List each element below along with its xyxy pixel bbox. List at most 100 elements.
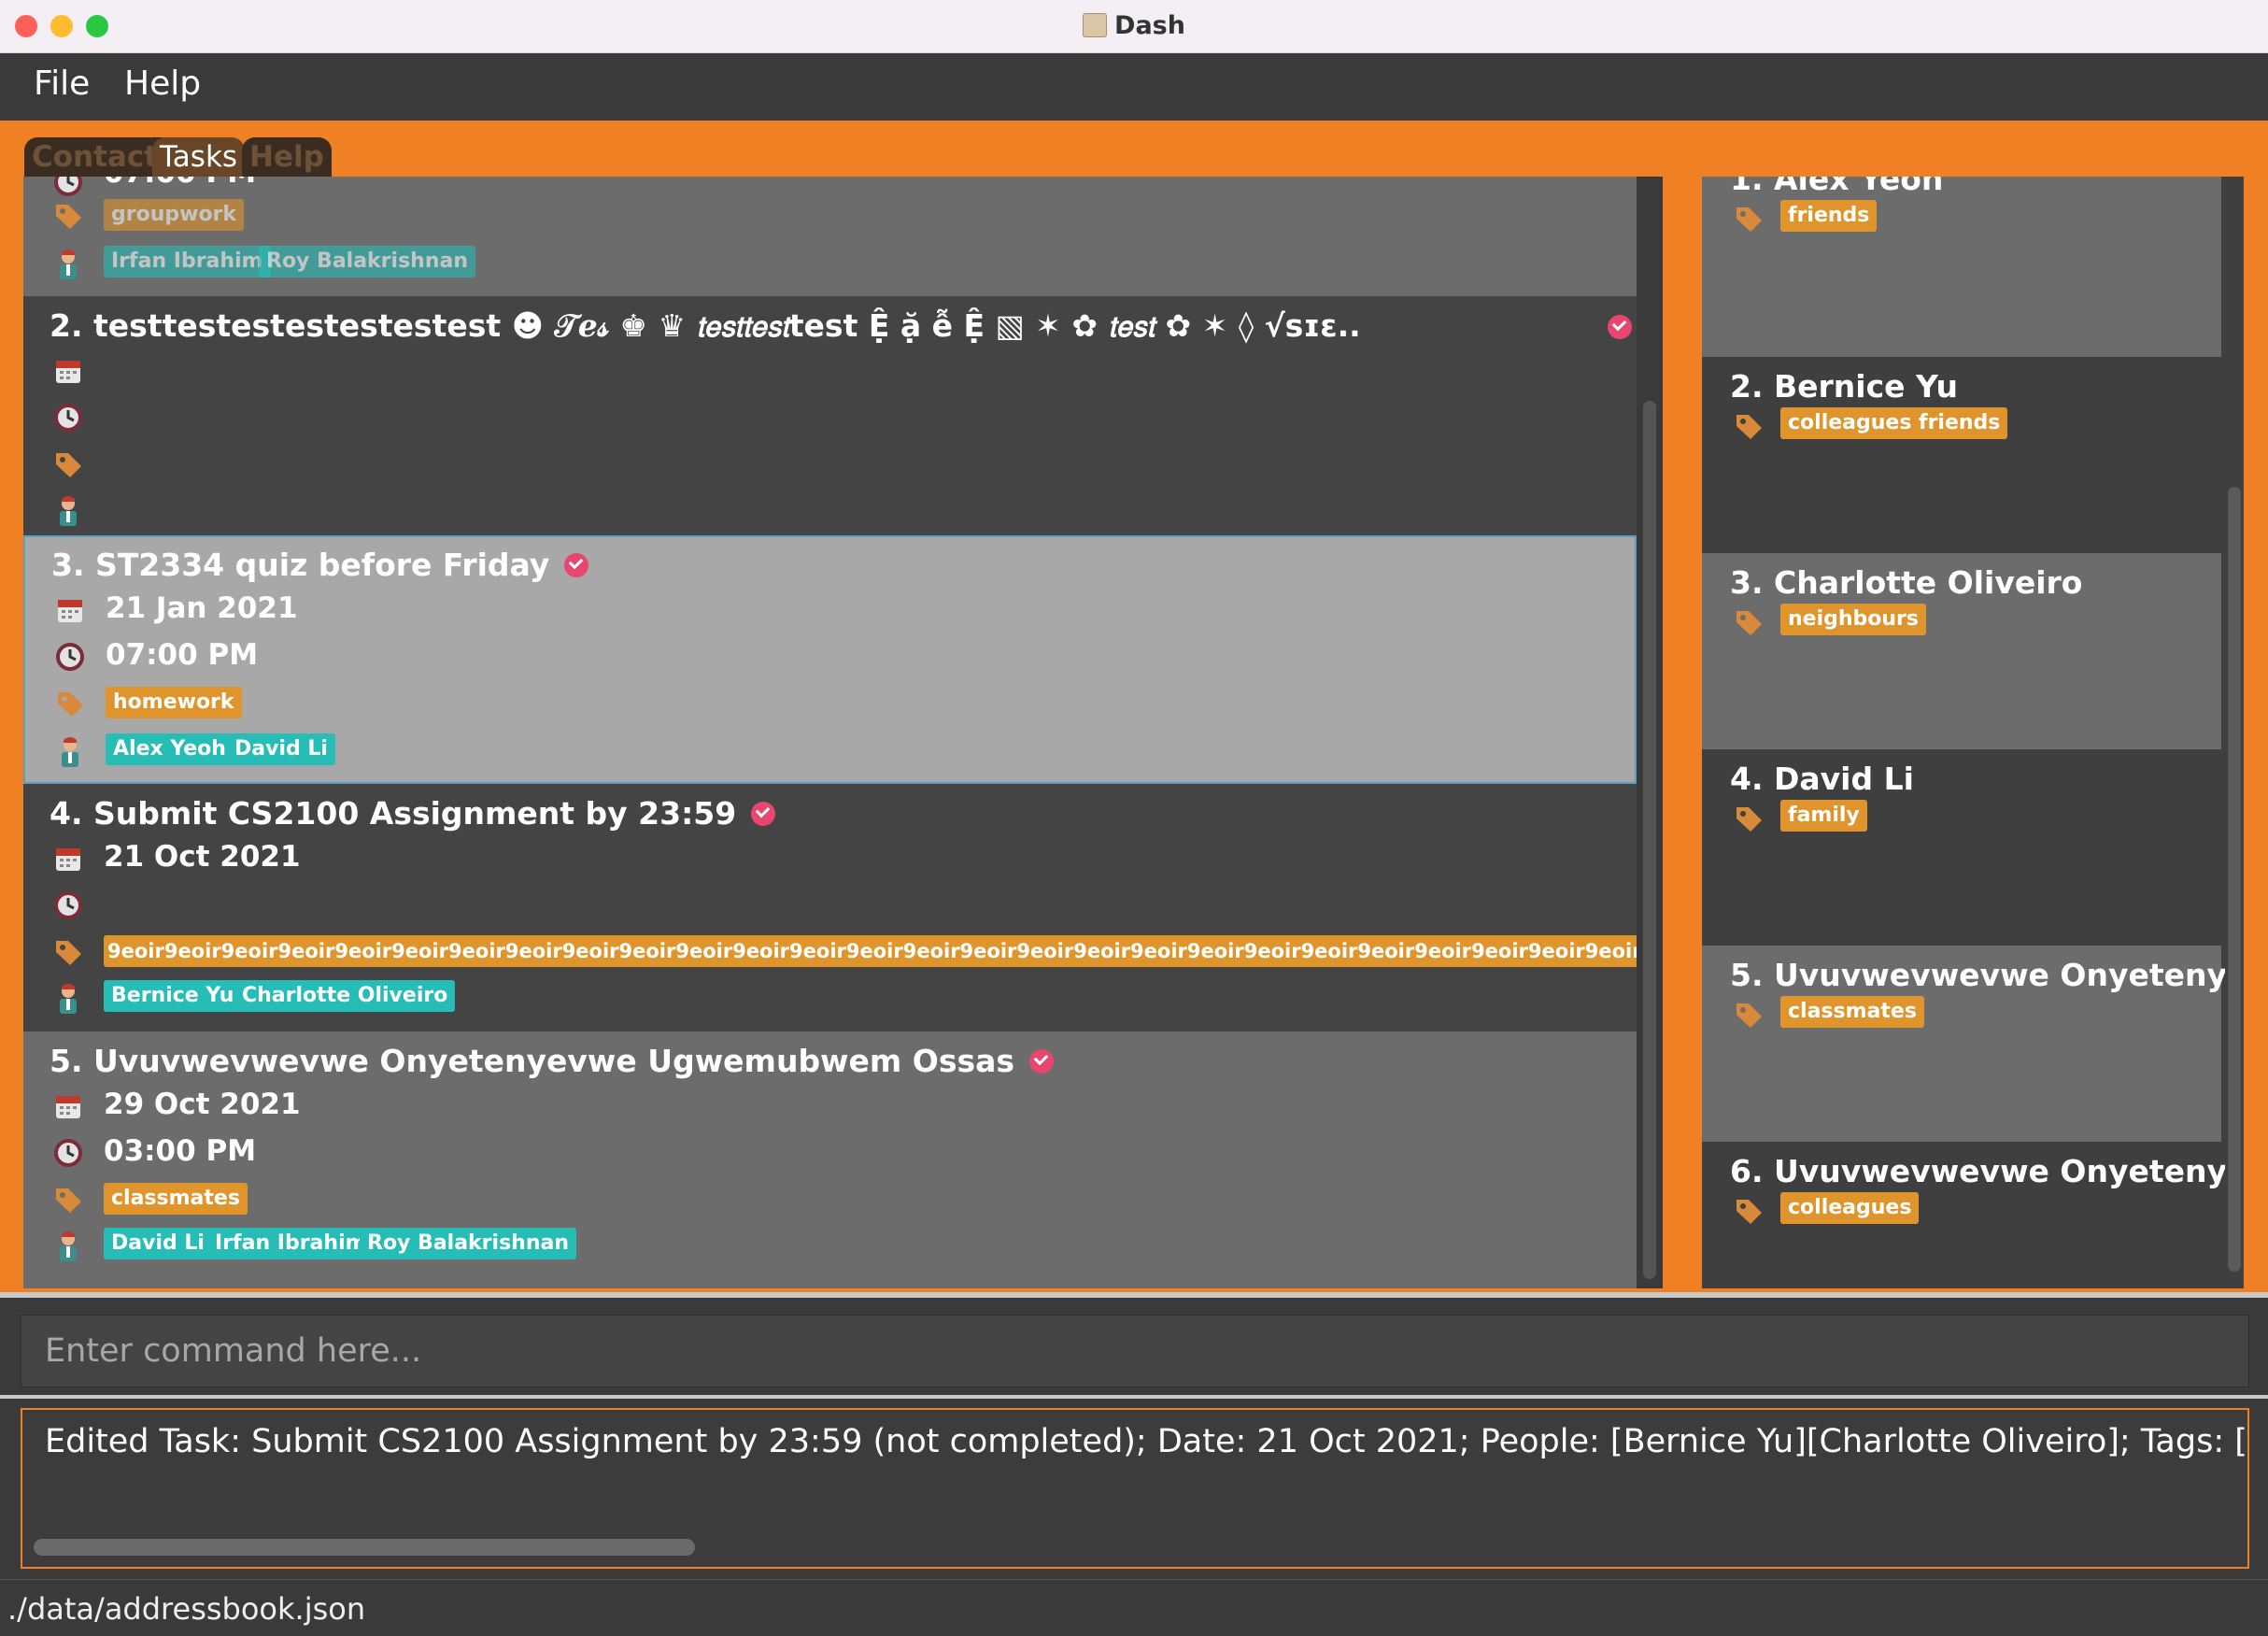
task-list[interactable]: 07:00 PM groupwork Irfan Ibrahim Roy Bal… (23, 177, 1637, 1288)
contact-name: 3. Charlotte Oliveiro (1730, 564, 2082, 601)
menu-bar: File Help (0, 53, 2268, 121)
person-icon (53, 248, 83, 279)
task-tag: groupwork (104, 199, 245, 231)
contact-index: 2. (1730, 368, 1764, 405)
contact-index: 1. (1730, 177, 1764, 197)
calendar-icon (53, 356, 83, 386)
checkmark-icon (564, 553, 589, 577)
contact-card[interactable]: 4. David Li family (1702, 749, 2221, 946)
menu-file[interactable]: File (34, 64, 90, 103)
contact-tag: neighbours (1780, 604, 1927, 635)
tag-icon (1734, 607, 1764, 637)
tab-help[interactable]: Help (242, 137, 332, 177)
contact-index: 5. (1730, 957, 1764, 993)
contact-card[interactable]: 5. Uvuvwevwevwe Onyetenye... classmates (1702, 946, 2225, 1142)
contact-card[interactable]: 6. Uvuvwevwevwe Onyetenye... colleagues (1702, 1142, 2225, 1288)
tag-icon (53, 449, 83, 479)
calendar-icon (53, 844, 83, 874)
task-time: 03:00 PM (104, 1134, 257, 1168)
contact-tag: classmates (1780, 996, 1924, 1028)
task-title: 2. testtestestestestestest ☻ 𝒯ℯ𝓈 ♚ ♛ 𝘵𝘦𝘴… (50, 307, 1632, 345)
data-file-path: ./data/addressbook.json (7, 1591, 366, 1627)
menu-help[interactable]: Help (124, 64, 201, 103)
tag-icon (55, 689, 85, 718)
task-list-scroll-thumb[interactable] (1643, 401, 1656, 1279)
contact-list-scroll-thumb[interactable] (2228, 487, 2241, 1272)
result-area: Edited Task: Submit CS2100 Assignment by… (0, 1395, 2268, 1579)
task-date: 21 Jan 2021 (106, 591, 298, 625)
contact-card[interactable]: 1. Alex Yeoh friends (1702, 177, 2221, 357)
contact-list[interactable]: 1. Alex Yeoh friends 2. Bernice Yu colle… (1702, 177, 2225, 1288)
contact-name-text: Charlotte Oliveiro (1774, 564, 2083, 601)
result-text: Edited Task: Submit CS2100 Assignment by… (45, 1423, 2247, 1460)
result-display[interactable]: Edited Task: Submit CS2100 Assignment by… (21, 1408, 2249, 1569)
task-time: 07:00 PM (104, 177, 256, 190)
task-card[interactable]: 4. Submit CS2100 Assignment by 23:59 21 … (23, 784, 1637, 1031)
contact-card[interactable]: 2. Bernice Yu colleagues friends (1702, 357, 2221, 553)
tab-tasks[interactable]: Tasks (152, 137, 246, 177)
task-title-text: Submit CS2100 Assignment by 23:59 (93, 795, 737, 832)
task-card[interactable]: 5. Uvuvwevwevwe Onyetenyevwe Ugwemubwem … (23, 1031, 1637, 1288)
task-time: 07:00 PM (106, 638, 259, 672)
task-title-text: ST2334 quiz before Friday (95, 547, 550, 583)
contact-index: 3. (1730, 564, 1764, 601)
task-date: 21 Oct 2021 (104, 840, 301, 874)
result-horizontal-scrollbar[interactable] (34, 1539, 695, 1556)
task-person: Charlotte Oliveiro (234, 980, 456, 1012)
task-date: 29 Oct 2021 (104, 1088, 301, 1121)
tag-icon (1734, 204, 1764, 234)
clock-icon (55, 642, 85, 672)
task-title: 5. Uvuvwevwevwe Onyetenyevwe Ugwemubwem … (50, 1043, 1055, 1079)
contact-index: 4. (1730, 761, 1764, 797)
contact-name-text: Uvuvwevwevwe Onyetenye... (1774, 957, 2225, 993)
contact-tag: colleagues (1780, 1192, 1920, 1224)
task-person: Alex Yeoh (106, 733, 234, 765)
tag-icon (53, 1185, 83, 1215)
contact-index: 6. (1730, 1153, 1764, 1189)
tag-icon (1734, 804, 1764, 833)
window-titlebar: Dash (0, 0, 2268, 53)
checkmark-icon (751, 802, 776, 826)
task-tag: classmates (104, 1183, 248, 1215)
task-index: 2. (50, 307, 83, 344)
task-card[interactable]: 2. testtestestestestestest ☻ 𝒯ℯ𝓈 ♚ ♛ 𝘵𝘦𝘴… (23, 296, 1637, 535)
main-panel: Contacts Tasks Help 07:00 PM groupwork I… (0, 121, 2268, 1292)
tag-icon (1734, 1000, 1764, 1030)
task-card-selected[interactable]: 3. ST2334 quiz before Friday 21 Jan 2021… (23, 535, 1637, 784)
task-index: 4. (50, 795, 83, 832)
window-title-text: Dash (1114, 11, 1185, 40)
contact-tag: friends (1911, 407, 2008, 439)
clock-icon (53, 890, 83, 920)
clock-icon (53, 403, 83, 433)
contact-tag: colleagues (1780, 407, 1920, 439)
command-input[interactable] (21, 1315, 2249, 1387)
task-person: David Li (104, 1228, 212, 1259)
task-title: 3. ST2334 quiz before Friday (51, 547, 589, 583)
app-icon (1083, 13, 1108, 37)
tag-icon (1734, 1196, 1764, 1226)
task-index: 5. (50, 1043, 83, 1079)
person-icon (55, 735, 85, 767)
task-tag: homework (106, 687, 242, 718)
task-card-partial[interactable]: 07:00 PM groupwork Irfan Ibrahim Roy Bal… (23, 177, 1637, 296)
task-person: Irfan Ibrahim (207, 1228, 375, 1259)
tag-icon (53, 937, 83, 967)
task-index: 3. (51, 547, 85, 583)
window-title: Dash (0, 11, 2268, 40)
person-icon (53, 1230, 83, 1261)
calendar-icon (53, 1091, 83, 1121)
task-title-text: Uvuvwevwevwe Onyetenyevwe Ugwemubwem Oss… (93, 1043, 1015, 1079)
person-icon (53, 982, 83, 1014)
contact-name: 5. Uvuvwevwevwe Onyetenye... (1730, 957, 2225, 993)
status-bar: ./data/addressbook.json (0, 1579, 2268, 1636)
task-title-text: testtestestestestestest ☻ 𝒯ℯ𝓈 ♚ ♛ 𝘵𝘦𝘴𝘵𝘵𝘦… (93, 307, 1361, 344)
task-person: Irfan Ibrahim (104, 246, 271, 277)
contact-card[interactable]: 3. Charlotte Oliveiro neighbours (1702, 553, 2221, 749)
calendar-icon (55, 595, 85, 625)
contact-tag: family (1780, 800, 1867, 832)
clock-icon (53, 1138, 83, 1168)
contact-name: 4. David Li (1730, 761, 1914, 797)
contact-name: 1. Alex Yeoh (1730, 177, 1943, 197)
contact-name: 2. Bernice Yu (1730, 368, 1958, 405)
task-person: Bernice Yu (104, 980, 242, 1012)
